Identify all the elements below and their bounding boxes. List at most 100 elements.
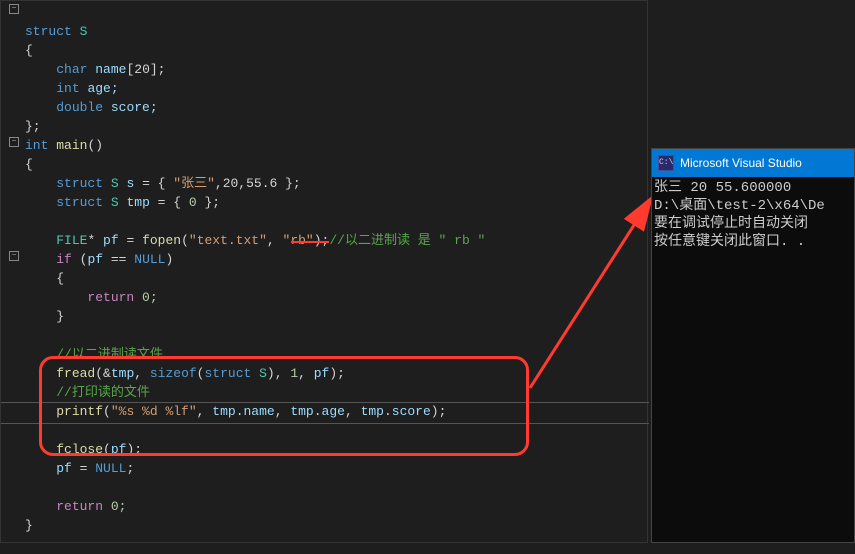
kw-struct: struct	[25, 24, 72, 39]
d: .	[236, 404, 244, 419]
kw-sizeof: sizeof	[150, 366, 197, 381]
eq: ==	[103, 252, 134, 267]
d: .	[314, 404, 322, 419]
console-line: 要在调试停止时自动关闭	[654, 216, 808, 232]
p: )	[165, 252, 173, 267]
kw: struct	[56, 176, 103, 191]
rest: ,20,55.6 };	[215, 176, 301, 191]
p: (	[72, 252, 88, 267]
brace-close: };	[25, 119, 41, 134]
brace: }	[56, 309, 64, 324]
semi: ;	[126, 461, 134, 476]
brace: {	[56, 271, 64, 286]
kw: struct	[56, 195, 103, 210]
c: ,	[197, 404, 213, 419]
p: );	[431, 404, 447, 419]
kw-if: if	[56, 252, 72, 267]
str: "张三"	[173, 176, 215, 191]
brace: }	[25, 518, 33, 533]
num: 1	[290, 366, 298, 381]
code-editor[interactable]: − − − struct S { char name[20]; int age;…	[0, 0, 648, 543]
type-s: S	[80, 24, 88, 39]
kw-return: return	[87, 290, 134, 305]
fn-fopen: fopen	[142, 233, 181, 248]
var: pf	[314, 366, 330, 381]
kw-int: int	[56, 81, 79, 96]
m: age	[322, 404, 345, 419]
eq: = {	[150, 195, 189, 210]
var: pf	[56, 461, 72, 476]
fold-icon[interactable]: −	[9, 4, 19, 14]
type: S	[111, 195, 119, 210]
var-score: score;	[111, 100, 158, 115]
var: pf	[111, 442, 127, 457]
var-name: name	[95, 62, 126, 77]
gutter: − − −	[1, 1, 25, 542]
console-line: D:\桌面\test-2\x64\De	[654, 198, 825, 214]
comment: //以二进制读文件	[56, 347, 163, 362]
console-body[interactable]: 张三 20 55.600000 D:\桌面\test-2\x64\De 要在调试…	[652, 177, 854, 253]
eq: =	[72, 461, 95, 476]
comment: //以二进制读 是 " rb "	[329, 233, 485, 248]
var-pf: pf	[103, 233, 119, 248]
console-title-text: Microsoft Visual Studio	[680, 156, 802, 170]
num: 0;	[134, 290, 157, 305]
c: ,	[134, 366, 150, 381]
p: (&	[95, 366, 111, 381]
fmt: "%s %d %lf"	[111, 404, 197, 419]
fn-fread: fread	[56, 366, 95, 381]
fn-printf: printf	[56, 404, 103, 419]
c: ,	[345, 404, 361, 419]
star: *	[87, 233, 103, 248]
num: 0	[189, 195, 197, 210]
console-titlebar[interactable]: C:\ Microsoft Visual Studio	[652, 149, 854, 177]
divider	[1, 423, 649, 424]
console-line: 按任意键关闭此窗口. .	[654, 234, 805, 250]
c: ,	[275, 404, 291, 419]
p: ),	[267, 366, 290, 381]
var: tmp	[111, 366, 134, 381]
comment: //打印读的文件	[56, 385, 150, 400]
console-window[interactable]: C:\ Microsoft Visual Studio 张三 20 55.600…	[651, 148, 855, 543]
v: tmp	[290, 404, 313, 419]
var: pf	[87, 252, 103, 267]
divider	[1, 402, 649, 403]
v: tmp	[361, 404, 384, 419]
comma: ,	[267, 233, 283, 248]
fold-icon[interactable]: −	[9, 137, 19, 147]
paren: ()	[87, 138, 103, 153]
type: S	[251, 366, 267, 381]
arr: [20];	[126, 62, 165, 77]
kw-int: int	[25, 138, 48, 153]
var: tmp	[126, 195, 149, 210]
fn-main: main	[56, 138, 87, 153]
num: 0;	[103, 499, 126, 514]
null: NULL	[95, 461, 126, 476]
type: S	[111, 176, 119, 191]
rest: };	[197, 195, 220, 210]
kw-double: double	[56, 100, 103, 115]
p: (	[181, 233, 189, 248]
console-line: 张三 20 55.600000	[654, 180, 791, 196]
brace: {	[25, 157, 33, 172]
null: NULL	[134, 252, 165, 267]
fold-icon[interactable]: −	[9, 251, 19, 261]
p: );	[329, 366, 345, 381]
str1: "text.txt"	[189, 233, 267, 248]
kw-return: return	[56, 499, 103, 514]
v: tmp	[212, 404, 235, 419]
vs-icon: C:\	[658, 155, 674, 171]
annotation-underline	[291, 241, 329, 243]
var-age: age;	[87, 81, 118, 96]
kw: struct	[204, 366, 251, 381]
code-area[interactable]: struct S { char name[20]; int age; doubl…	[25, 3, 485, 554]
eq: = {	[134, 176, 173, 191]
p: );	[126, 442, 142, 457]
c: ,	[298, 366, 314, 381]
brace: {	[25, 43, 33, 58]
fn-fclose: fclose	[56, 442, 103, 457]
m: name	[244, 404, 275, 419]
eq: =	[119, 233, 142, 248]
kw-char: char	[56, 62, 87, 77]
m: score	[392, 404, 431, 419]
